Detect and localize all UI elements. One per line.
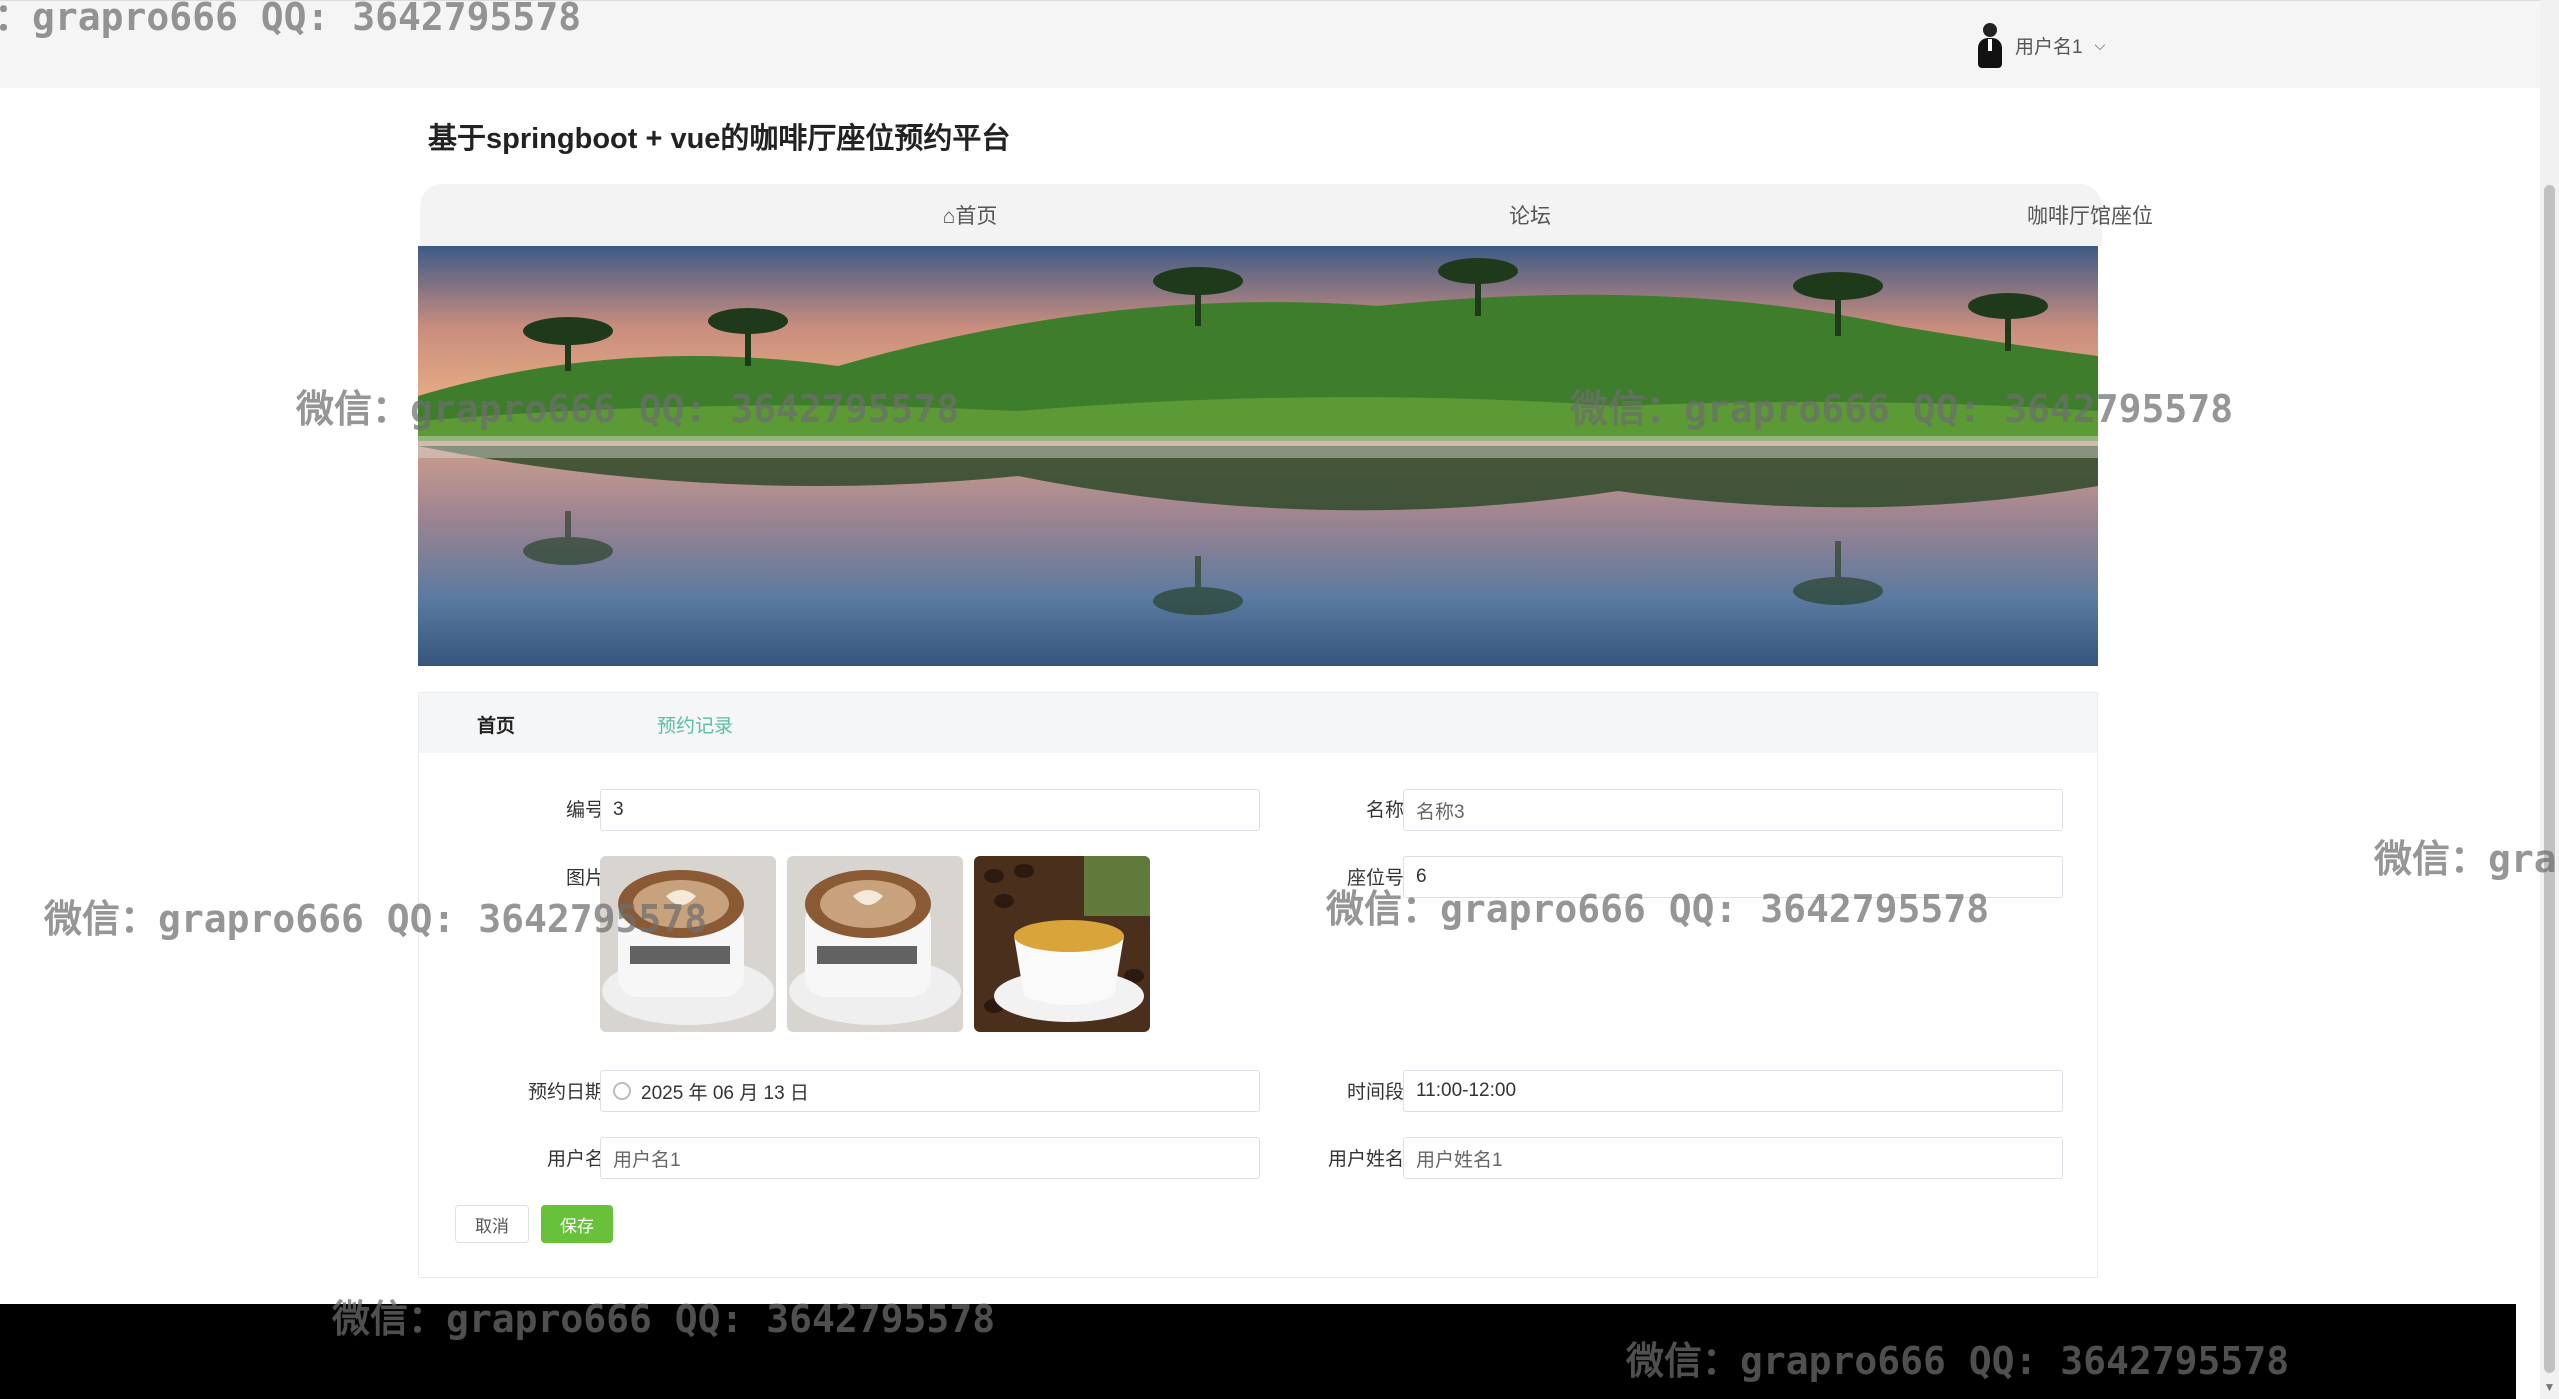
nav-item-forum[interactable]: 论坛 [1380,200,1680,230]
tab-home[interactable]: 首页 [477,711,515,738]
footer [0,1304,2516,1399]
coffee-image-1[interactable] [600,856,776,1032]
nav-item-home-label: 首页 [955,205,998,228]
time-label: 时间段 [1346,1082,1404,1103]
user-name: 用户名1 [2015,36,2083,58]
tab-reservation-records[interactable]: 预约记录 [657,711,733,738]
date-value: 2025 年 06 月 13 日 [641,1082,809,1104]
clock-icon [613,1082,631,1100]
chevron-down-icon: ⌵ [2094,36,2106,53]
site-title: 基于springboot + vue的咖啡厅座位预约平台 [428,123,1011,155]
time-field[interactable]: 11:00-12:00 [1403,1070,2063,1112]
fullname-field[interactable]: 用户姓名1 [1403,1137,2063,1179]
seat-label: 座位号 [1346,868,1404,889]
detail-panel: 首页 预约记录 编号 3 名称 名称3 图片 座位号 6 预约日期 2025 年… [418,692,2098,1278]
home-icon: ⌂ [942,205,956,228]
watermark: 微信：gra [2374,837,2557,881]
top-bar [0,0,2540,88]
name-label: 名称 [1365,800,1404,821]
save-button[interactable]: 保存 [541,1205,613,1243]
nav-item-home[interactable]: ⌂首页 [820,200,1120,230]
nav-item-cafe-seats[interactable]: 咖啡厅馆座位 [1940,200,2240,230]
image-label: 图片 [565,868,604,889]
coffee-image-3[interactable] [974,856,1150,1032]
scrollbar-thumb[interactable] [2544,185,2555,1373]
main-nav: ⌂首页 论坛 咖啡厅馆座位 [420,184,2153,246]
cancel-button[interactable]: 取消 [455,1205,529,1243]
tab-bar: 首页 预约记录 [419,693,2097,753]
user-avatar [1975,21,2005,69]
name-field[interactable]: 名称3 [1403,789,2063,831]
number-label: 编号 [565,800,604,821]
banner-image [418,246,2098,666]
fullname-label: 用户姓名 [1327,1149,1404,1170]
coffee-image-2[interactable] [787,856,963,1032]
number-field[interactable]: 3 [600,789,1260,831]
scroll-down-arrow-icon[interactable]: ▼ [2542,1380,2557,1395]
date-label: 预约日期 [527,1082,604,1103]
seat-field[interactable]: 6 [1403,856,2063,898]
username-label: 用户名 [546,1149,604,1170]
username-field[interactable]: 用户名1 [600,1137,1260,1179]
user-menu[interactable]: 用户名1 ⌵ [1975,20,2105,70]
date-picker[interactable]: 2025 年 06 月 13 日 [600,1070,1260,1112]
